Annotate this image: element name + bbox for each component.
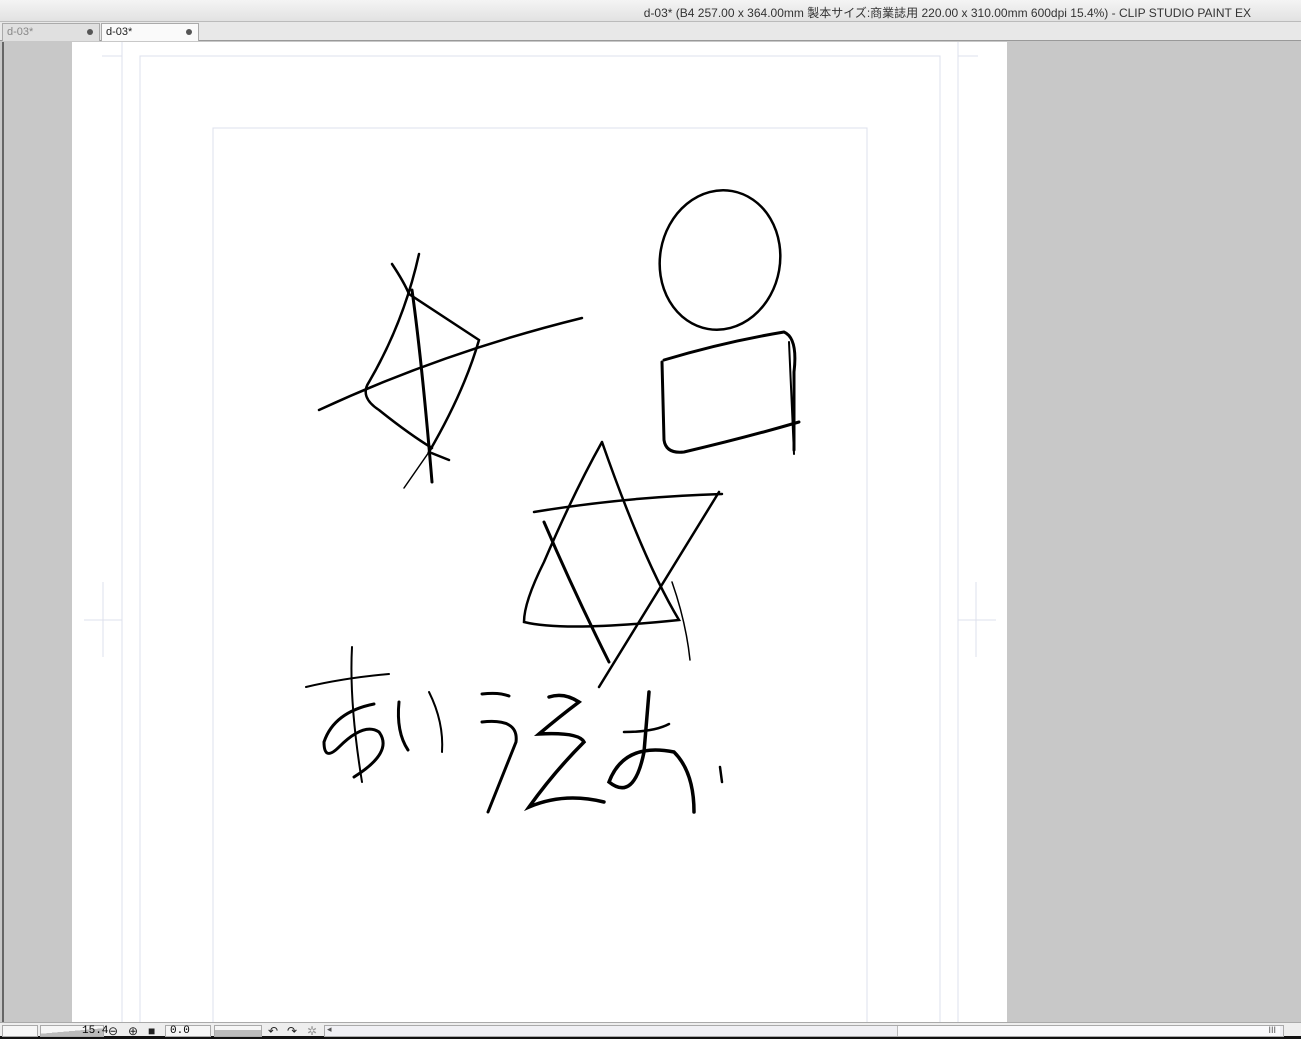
zoom-value[interactable]: 15.4 (82, 1025, 108, 1037)
horizontal-scrollbar[interactable]: ◂ III (324, 1024, 1284, 1037)
canvas-drawing[interactable] (4, 42, 1301, 1022)
close-tab-icon[interactable] (87, 29, 93, 35)
scroll-grip: III (1268, 1025, 1276, 1035)
rotate-left-icon[interactable]: ↶ (268, 1024, 278, 1038)
document-tab-bar: d-03* d-03* (0, 22, 1301, 41)
rotation-value[interactable]: 0.0 (170, 1025, 190, 1037)
reset-rotation-icon[interactable]: ✲ (307, 1024, 317, 1038)
scroll-left-icon[interactable]: ◂ (327, 1024, 332, 1035)
rotate-right-icon[interactable]: ↷ (287, 1024, 297, 1038)
tab-label: d-03* (106, 26, 133, 38)
window-title: d-03* (B4 257.00 x 364.00mm 製本サイズ:商業誌用 2… (643, 6, 1251, 20)
tab-label: d-03* (7, 26, 34, 38)
fit-icon[interactable]: ■ (148, 1024, 155, 1038)
canvas-area[interactable] (2, 42, 1301, 1022)
document-tab-1[interactable]: d-03* (2, 23, 100, 41)
sketch-strokes (305, 189, 801, 814)
navigator-slider[interactable] (2, 1025, 38, 1037)
document-tab-2[interactable]: d-03* (101, 23, 199, 41)
crop-guides (84, 42, 996, 1022)
close-tab-icon[interactable] (186, 29, 192, 35)
status-bar: 15.4 ⊖ ⊕ ■ 0.0 ↶ ↷ ✲ ◂ III (0, 1022, 1301, 1039)
scroll-thumb[interactable]: III (897, 1025, 1280, 1036)
rotation-slider[interactable] (214, 1025, 262, 1037)
zoom-in-icon[interactable]: ⊕ (128, 1024, 138, 1038)
zoom-out-icon[interactable]: ⊖ (108, 1024, 118, 1038)
title-bar: d-03* (B4 257.00 x 364.00mm 製本サイズ:商業誌用 2… (0, 0, 1301, 22)
